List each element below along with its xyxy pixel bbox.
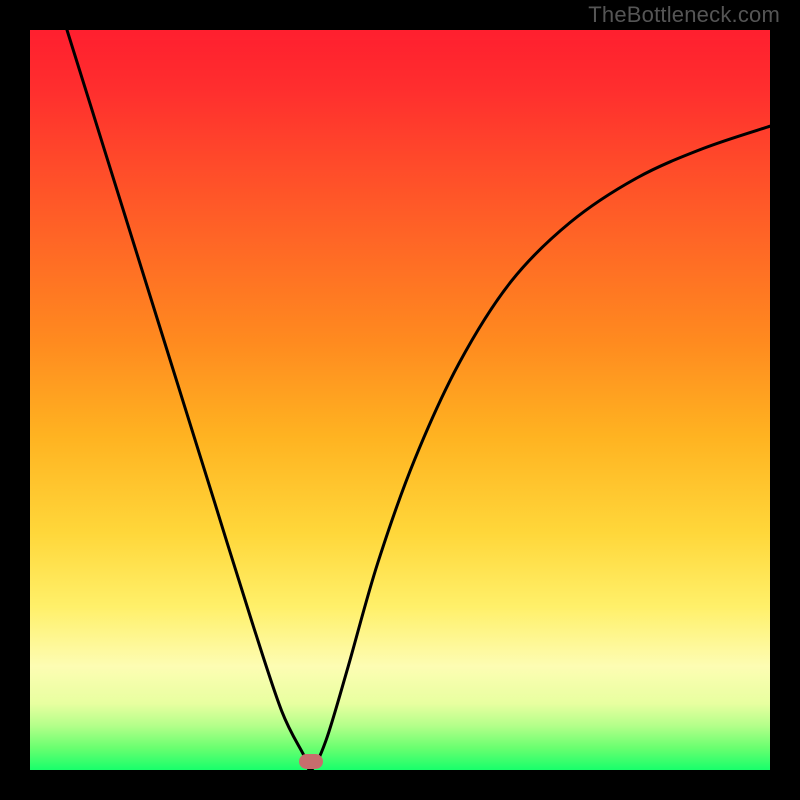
plot-area [30,30,770,770]
optimal-point-marker [299,754,323,769]
attribution-text: TheBottleneck.com [588,2,780,28]
bottleneck-curve [30,30,770,770]
curve-path [67,30,770,770]
chart-frame: TheBottleneck.com [0,0,800,800]
